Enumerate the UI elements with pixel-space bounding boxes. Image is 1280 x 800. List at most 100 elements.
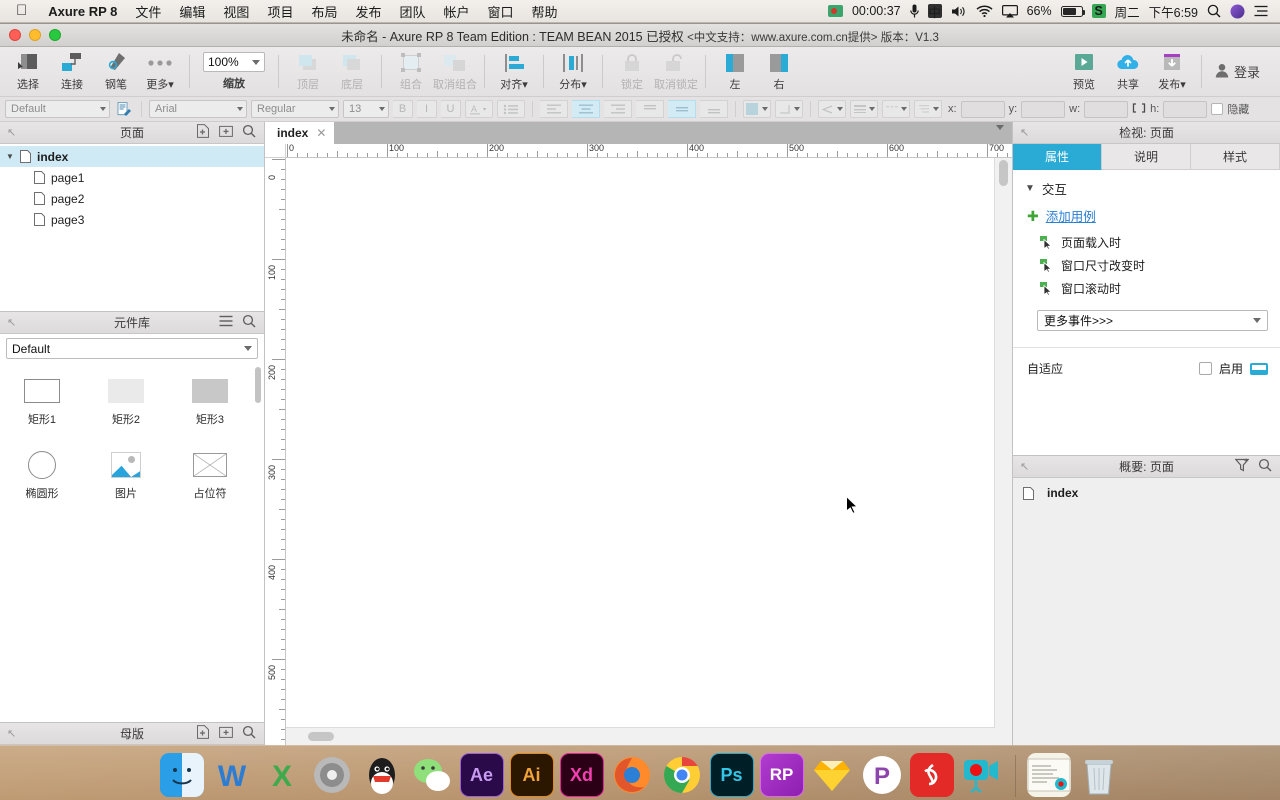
chevron-down-icon[interactable] — [244, 346, 252, 351]
style-editor-icon[interactable] — [114, 100, 134, 118]
minimize-window-button[interactable] — [29, 29, 41, 41]
chevron-down-icon[interactable] — [100, 107, 106, 111]
hidden-checkbox[interactable] — [1211, 103, 1224, 115]
dock-item-finder[interactable] — [159, 753, 204, 797]
font-weight-select[interactable]: Regular — [251, 100, 339, 118]
left-panel-button[interactable]: 左 — [713, 48, 757, 96]
dock-item-adobe-xd[interactable]: Xd — [559, 753, 604, 797]
widget-rect2[interactable]: 矩形2 — [84, 371, 168, 445]
outline-list[interactable]: index — [1013, 478, 1280, 745]
add-master-folder-icon[interactable] — [219, 725, 233, 742]
menu-item-account[interactable]: 帐户 — [435, 2, 479, 21]
valign-middle-button[interactable] — [668, 100, 696, 118]
zoom-control[interactable]: 100% 缩放 — [197, 47, 271, 96]
canvas-vertical-scrollbar[interactable] — [997, 160, 1010, 727]
dock-item-system-preferences[interactable] — [310, 753, 354, 797]
dock-item-netease-music[interactable] — [909, 753, 954, 797]
chevron-down-icon[interactable] — [252, 59, 260, 65]
widget-rect1[interactable]: 矩形1 — [0, 371, 84, 445]
volume-icon[interactable] — [951, 5, 967, 18]
lock-aspect-icon[interactable] — [1132, 102, 1146, 116]
ungroup-button[interactable]: 取消组合 — [433, 48, 477, 96]
line-arrow-button[interactable] — [818, 100, 846, 118]
zoom-combo[interactable]: 100% — [203, 52, 265, 72]
search-icon[interactable] — [242, 314, 256, 331]
collapse-panel-icon[interactable]: ↖ — [0, 727, 16, 740]
align-center-button[interactable] — [572, 100, 600, 118]
add-folder-icon[interactable] — [219, 124, 233, 141]
add-master-icon[interactable] — [196, 725, 210, 742]
font-family-select[interactable]: Arial — [149, 100, 247, 118]
more-tools-button[interactable]: 更多▾ — [138, 48, 182, 96]
chevron-down-icon[interactable] — [379, 107, 385, 111]
dock-item-photoshop[interactable]: Ps — [709, 753, 754, 797]
dock-item-wechat[interactable] — [410, 753, 454, 797]
event-window-resize[interactable]: 窗口尺寸改变时 — [1013, 254, 1280, 277]
dock-item-pixelmator[interactable]: P — [860, 753, 904, 797]
close-window-button[interactable] — [9, 29, 21, 41]
dock-item-firefox[interactable] — [610, 753, 654, 797]
pages-tree-item-page1[interactable]: page1 — [0, 167, 264, 188]
tabstrip-overflow-button[interactable] — [996, 125, 1012, 144]
font-color-button[interactable]: A — [465, 100, 493, 118]
login-button[interactable]: 登录 — [1209, 47, 1274, 96]
horizontal-ruler[interactable]: 0 100 200 300 400 500 600 700 — [286, 144, 1012, 158]
library-scrollbar[interactable] — [255, 367, 261, 403]
input-method-icon[interactable]: 中 — [927, 4, 942, 20]
align-button[interactable]: 对齐▾ — [492, 48, 536, 96]
wifi-icon[interactable] — [976, 5, 993, 17]
pages-tree-item-index[interactable]: ▼ index — [0, 146, 264, 167]
select-tool-button[interactable]: 选择 — [6, 48, 50, 96]
menu-item-team[interactable]: 团队 — [390, 2, 434, 21]
window-controls[interactable] — [0, 29, 61, 41]
dock-item-stickies[interactable] — [1026, 753, 1071, 797]
bring-to-front-button[interactable]: 顶层 — [286, 48, 330, 96]
x-input[interactable] — [960, 100, 1005, 118]
adaptive-enable-checkbox[interactable] — [1198, 362, 1212, 375]
widget-placeholder[interactable]: 占位符 — [168, 445, 252, 519]
widget-image[interactable]: 图片 — [84, 445, 168, 519]
close-icon[interactable]: ✕ — [316, 126, 326, 140]
canvas-sheet[interactable] — [286, 158, 995, 728]
siri-icon[interactable] — [1230, 4, 1245, 19]
chevron-down-icon[interactable]: ▼ — [6, 152, 20, 161]
chevron-down-icon[interactable] — [1253, 318, 1261, 323]
widget-rect3[interactable]: 矩形3 — [168, 371, 252, 445]
line-style-button[interactable] — [775, 100, 803, 118]
chevron-down-icon[interactable] — [329, 107, 335, 111]
preview-button[interactable]: 预览 — [1062, 48, 1106, 96]
dock-item-screen-recorder[interactable] — [960, 753, 1004, 797]
canvas-horizontal-scrollbar[interactable] — [286, 730, 994, 743]
maximize-window-button[interactable] — [49, 29, 61, 41]
dock-item-illustrator[interactable]: Ai — [509, 753, 554, 797]
vertical-ruler[interactable]: 0 100 200 300 400 500 — [265, 158, 286, 745]
collapse-panel-icon[interactable]: ↖ — [0, 126, 16, 139]
library-menu-icon[interactable] — [219, 315, 233, 330]
event-page-load[interactable]: 页面载入时 — [1013, 231, 1280, 254]
dock-item-excel[interactable]: X — [260, 753, 304, 797]
dock-item-after-effects[interactable]: Ae — [459, 753, 504, 797]
dock-item-sketch[interactable] — [810, 753, 854, 797]
italic-button[interactable]: I — [417, 100, 437, 118]
screen-record-icon[interactable] — [827, 5, 843, 17]
pen-tool-button[interactable]: 钢笔 — [94, 48, 138, 96]
add-page-icon[interactable] — [196, 124, 210, 141]
canvas-tab-index[interactable]: index ✕ — [265, 122, 335, 144]
airplay-icon[interactable] — [1001, 4, 1018, 18]
design-canvas[interactable] — [286, 158, 1012, 745]
search-icon[interactable] — [1258, 458, 1272, 475]
apple-icon[interactable]:  — [16, 3, 27, 18]
more-events-select[interactable]: 更多事件>>> — [1037, 310, 1268, 331]
widget-ellipse[interactable]: 椭圆形 — [0, 445, 84, 519]
event-window-scroll[interactable]: 窗口滚动时 — [1013, 277, 1280, 300]
tab-properties[interactable]: 属性 — [1013, 144, 1102, 170]
pages-tree-item-page2[interactable]: page2 — [0, 188, 264, 209]
fill-color-button[interactable] — [743, 100, 771, 118]
menu-item-publish[interactable]: 发布 — [346, 2, 390, 21]
interactions-section-header[interactable]: ▼ 交互 — [1013, 170, 1280, 204]
tab-notes[interactable]: 说明 — [1102, 144, 1191, 170]
distribute-button[interactable]: 分布▾ — [551, 48, 595, 96]
line-width-button[interactable] — [850, 100, 878, 118]
menu-item-project[interactable]: 项目 — [258, 2, 302, 21]
lock-button[interactable]: 锁定 — [610, 48, 654, 96]
